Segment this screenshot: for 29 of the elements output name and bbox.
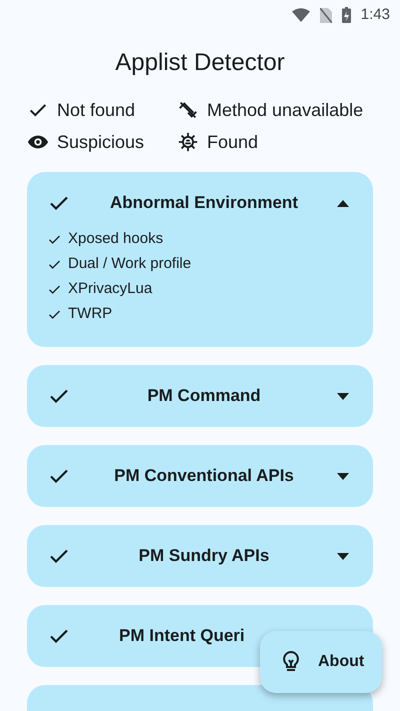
category-card[interactable]: PM Sundry APIs [27, 525, 373, 587]
expand-caret-icon[interactable] [337, 392, 349, 400]
virus-icon [177, 131, 199, 153]
legend-label: Suspicious [57, 131, 144, 154]
expand-caret-icon[interactable] [337, 552, 349, 560]
battery-charging-icon [342, 7, 351, 23]
legend-label: Method unavailable [207, 99, 364, 122]
category-card[interactable]: Abnormal Environment Xposed hooks Dual / Work profile XPrivacyLua TWRP [27, 172, 373, 347]
card-title: Abnormal Environment [110, 192, 298, 214]
category-card[interactable]: PM Conventional APIs [27, 445, 373, 507]
no-sim-icon [320, 8, 332, 22]
check-item-label: XPrivacyLua [68, 279, 152, 299]
status-time: 1:43 [360, 4, 390, 25]
card-title: PM Command [147, 385, 261, 408]
about-button[interactable]: About [260, 631, 382, 693]
app-title: Applist Detector [114, 48, 286, 78]
check-item-label: Dual / Work profile [68, 254, 192, 274]
expand-caret-icon[interactable] [337, 472, 349, 480]
card-title: PM Conventional APIs [114, 465, 294, 488]
card-title: PM Intent Queri [119, 625, 245, 648]
collapse-caret-icon[interactable] [337, 200, 349, 206]
card-title: PM Sundry APIs [138, 545, 270, 568]
legend-label: Found [207, 131, 258, 154]
category-card[interactable]: PM Command [27, 365, 373, 427]
lightbulb-icon [282, 651, 300, 673]
legend-label: Not found [57, 99, 136, 122]
wifi-icon [292, 8, 310, 22]
check-item-label: TWRP [68, 304, 112, 324]
check-item-label: Xposed hooks [68, 229, 164, 249]
